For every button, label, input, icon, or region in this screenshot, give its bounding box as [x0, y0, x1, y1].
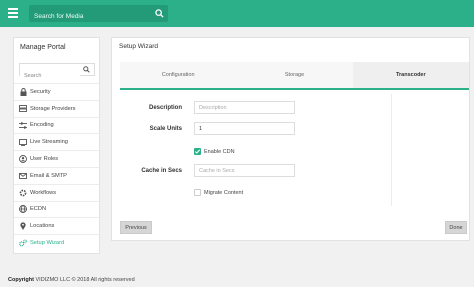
migrate-content-label: Migrate Content [204, 190, 244, 196]
copyright-text: VIDIZMO LLC © 2018 All rights reserved [35, 277, 135, 283]
checkmark-icon [194, 149, 201, 154]
media-search-input[interactable] [29, 8, 144, 25]
sidebar-item-label: Encoding [30, 122, 54, 129]
migrate-content-checkbox[interactable] [194, 189, 201, 196]
sidebar-item-live-streaming[interactable]: Live Streaming [14, 133, 99, 150]
envelope-icon [19, 172, 27, 180]
workflow-icon [19, 189, 27, 197]
top-bar [0, 0, 474, 27]
sidebar-item-locations[interactable]: Locations [14, 217, 99, 234]
wizard-tabs: Configuration Storage Transcoder [120, 62, 469, 90]
copyright-label: Copyright [8, 277, 34, 283]
sidebar-item-label: Security [30, 88, 51, 95]
enable-cdn-checkbox[interactable] [194, 148, 201, 155]
media-search-box [29, 5, 168, 25]
hamburger-icon[interactable] [8, 8, 18, 18]
sidebar-item-setup-wizard[interactable]: Setup Wizard [14, 234, 99, 251]
search-icon[interactable] [83, 66, 90, 73]
tab-transcoder[interactable]: Transcoder [352, 62, 469, 88]
search-icon[interactable] [155, 9, 164, 18]
form-divider [391, 94, 392, 206]
sidebar-item-label: Email & SMTP [30, 172, 67, 179]
sidebar-item-storage-providers[interactable]: Storage Providers [14, 99, 99, 117]
scale-units-input[interactable] [194, 122, 295, 135]
map-pin-icon [19, 222, 27, 231]
sidebar-item-user-roles[interactable]: User Roles [14, 150, 99, 167]
sidebar-title: Manage Portal [20, 44, 66, 51]
sidebar-item-workflows[interactable]: Workflows [14, 183, 99, 201]
sidebar-item-email-smtp[interactable]: Email & SMTP [14, 166, 99, 184]
done-button[interactable]: Done [445, 221, 467, 234]
setup-wizard-panel: Setup Wizard Configuration Storage Trans… [111, 37, 470, 241]
sidebar-search-box [19, 63, 95, 82]
sidebar-item-ecdn[interactable]: ECDN [14, 200, 99, 218]
sidebar-item-label: Locations [30, 223, 55, 230]
tab-storage[interactable]: Storage [236, 62, 352, 88]
storage-icon [19, 105, 27, 113]
description-label: Description [148, 105, 182, 111]
description-input[interactable] [194, 101, 295, 114]
cache-in-secs-label: Cache in Secs [141, 168, 182, 174]
scale-units-label: Scale Units [149, 126, 182, 132]
enable-cdn-label: Enable CDN [204, 149, 235, 155]
sidebar-item-encoding[interactable]: Encoding [14, 116, 99, 134]
sidebar-item-label: Workflows [30, 189, 57, 196]
previous-button[interactable]: Previous [120, 221, 152, 234]
gears-icon [19, 239, 27, 247]
cache-in-secs-input[interactable] [194, 164, 295, 177]
footer: Copyright VIDIZMO LLC © 2018 All rights … [8, 277, 135, 283]
tab-configuration[interactable]: Configuration [120, 62, 236, 88]
manage-portal-sidebar: Manage Portal Security Storage Providers… [13, 37, 100, 254]
sidebar-item-label: Storage Providers [30, 105, 76, 112]
sidebar-menu: Security Storage Providers Encoding Live… [14, 83, 99, 251]
globe-icon [19, 205, 27, 214]
sliders-icon [19, 121, 27, 129]
lock-icon [19, 87, 27, 96]
broadcast-icon [19, 138, 27, 146]
page-title: Setup Wizard [119, 43, 159, 50]
sidebar-item-label: ECDN [30, 206, 47, 213]
user-icon [19, 155, 27, 164]
sidebar-item-label: Live Streaming [30, 139, 68, 146]
sidebar-item-security[interactable]: Security [14, 83, 99, 100]
sidebar-search-input[interactable] [20, 70, 80, 82]
sidebar-item-label: Setup Wizard [30, 240, 65, 247]
sidebar-item-label: User Roles [30, 156, 59, 163]
